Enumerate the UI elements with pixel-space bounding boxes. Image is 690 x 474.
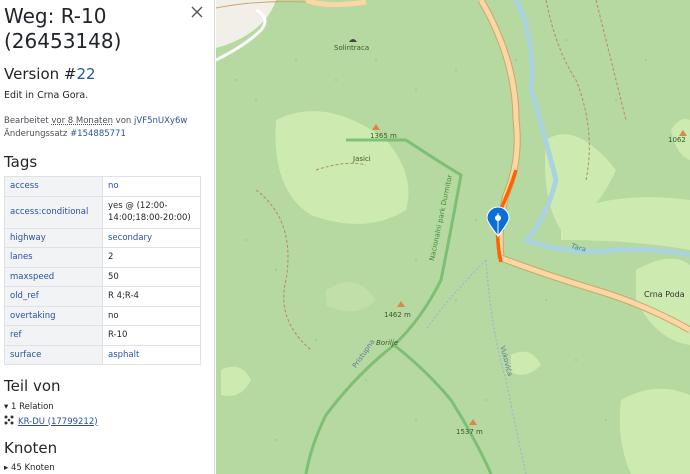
map-view[interactable]: Solintraca Jasici 1365 m 1462 m 1537 m 1… — [216, 0, 690, 474]
tag-value: 50 — [102, 266, 201, 287]
tag-value: yes @ (12:00-14:00;18:00-20:00) — [102, 195, 201, 228]
relation-link[interactable]: KR-DU (17799212) — [18, 417, 98, 428]
tags-table: access no access:conditional yes @ (12:00-1… — [4, 176, 201, 365]
relation-item[interactable]: KR-DU (17799212) — [4, 415, 98, 429]
map-canvas[interactable] — [216, 0, 690, 474]
page-title: Weg: R-10 (26453148) — [4, 4, 122, 53]
peak-label: 1062 — [668, 136, 686, 144]
tag-value[interactable]: secondary — [102, 227, 201, 248]
tag-value: R-10 — [102, 325, 201, 345]
tag-row: highway secondary — [4, 227, 201, 248]
tag-key[interactable]: maxspeed — [4, 266, 103, 287]
tag-value[interactable]: asphalt — [102, 344, 201, 365]
tag-row: maxspeed 50 — [4, 266, 201, 287]
changeset-label: Änderungssatz — [4, 129, 71, 139]
changeset-link[interactable]: #154885771 — [70, 129, 126, 139]
tag-row: old_ref R 4;R-4 — [4, 286, 201, 306]
tag-key[interactable]: surface — [4, 344, 103, 365]
edited-by: von — [112, 116, 135, 126]
close-icon[interactable] — [189, 4, 205, 20]
version-prefix: Version # — [4, 65, 77, 83]
peak-label: 1462 m — [384, 311, 411, 319]
tag-key[interactable]: ref — [4, 325, 103, 345]
changeset-comment: Edit in Crna Gora. — [4, 90, 89, 101]
place-label-borilje: Borilje — [376, 339, 399, 347]
peak-label: 1365 m — [370, 132, 397, 140]
nodes-toggle[interactable]: ▸ 45 Knoten — [4, 463, 55, 474]
peak-label: 1537 m — [456, 428, 483, 436]
tag-key[interactable]: lanes — [4, 247, 103, 267]
tag-value[interactable]: no — [102, 176, 201, 196]
tag-row: access:conditional yes @ (12:00-14:00;18:… — [4, 195, 201, 228]
tag-key[interactable]: access:conditional — [4, 195, 103, 228]
tag-key[interactable]: old_ref — [4, 286, 103, 306]
place-label-solintraca: Solintraca — [334, 44, 370, 52]
tag-row: ref R-10 — [4, 325, 201, 345]
edit-meta: Bearbeitet vor 8 Monaten von jVF5nUXy6w … — [4, 115, 209, 141]
version-link[interactable]: 22 — [77, 65, 96, 83]
place-label-jasici: Jasici — [353, 155, 371, 163]
version-heading: Version #22 — [4, 64, 96, 84]
sidebar: Weg: R-10 (26453148) Version #22 Edit in… — [0, 0, 215, 474]
tag-key[interactable]: overtaking — [4, 305, 103, 326]
tag-row: surface asphalt — [4, 344, 201, 365]
tag-value: 2 — [102, 247, 201, 267]
place-label-crna-poda: Crna Poda — [644, 290, 685, 299]
edited-prefix: Bearbeitet — [4, 116, 52, 126]
nodes-heading: Knoten — [4, 439, 58, 457]
tag-key[interactable]: highway — [4, 227, 103, 248]
part-of-heading: Teil von — [4, 377, 61, 395]
tag-row: access no — [4, 176, 201, 196]
tag-value: R 4;R-4 — [102, 286, 201, 306]
tag-key[interactable]: access — [4, 176, 103, 196]
relation-toggle[interactable]: ▾ 1 Relation — [4, 402, 54, 413]
edited-time: vor 8 Monaten — [51, 116, 113, 126]
tag-row: overtaking no — [4, 305, 201, 326]
user-link[interactable]: jVF5nUXy6w — [134, 116, 187, 126]
tag-value: no — [102, 305, 201, 326]
relation-icon — [4, 415, 14, 429]
tag-row: lanes 2 — [4, 247, 201, 267]
tags-heading: Tags — [4, 153, 38, 171]
